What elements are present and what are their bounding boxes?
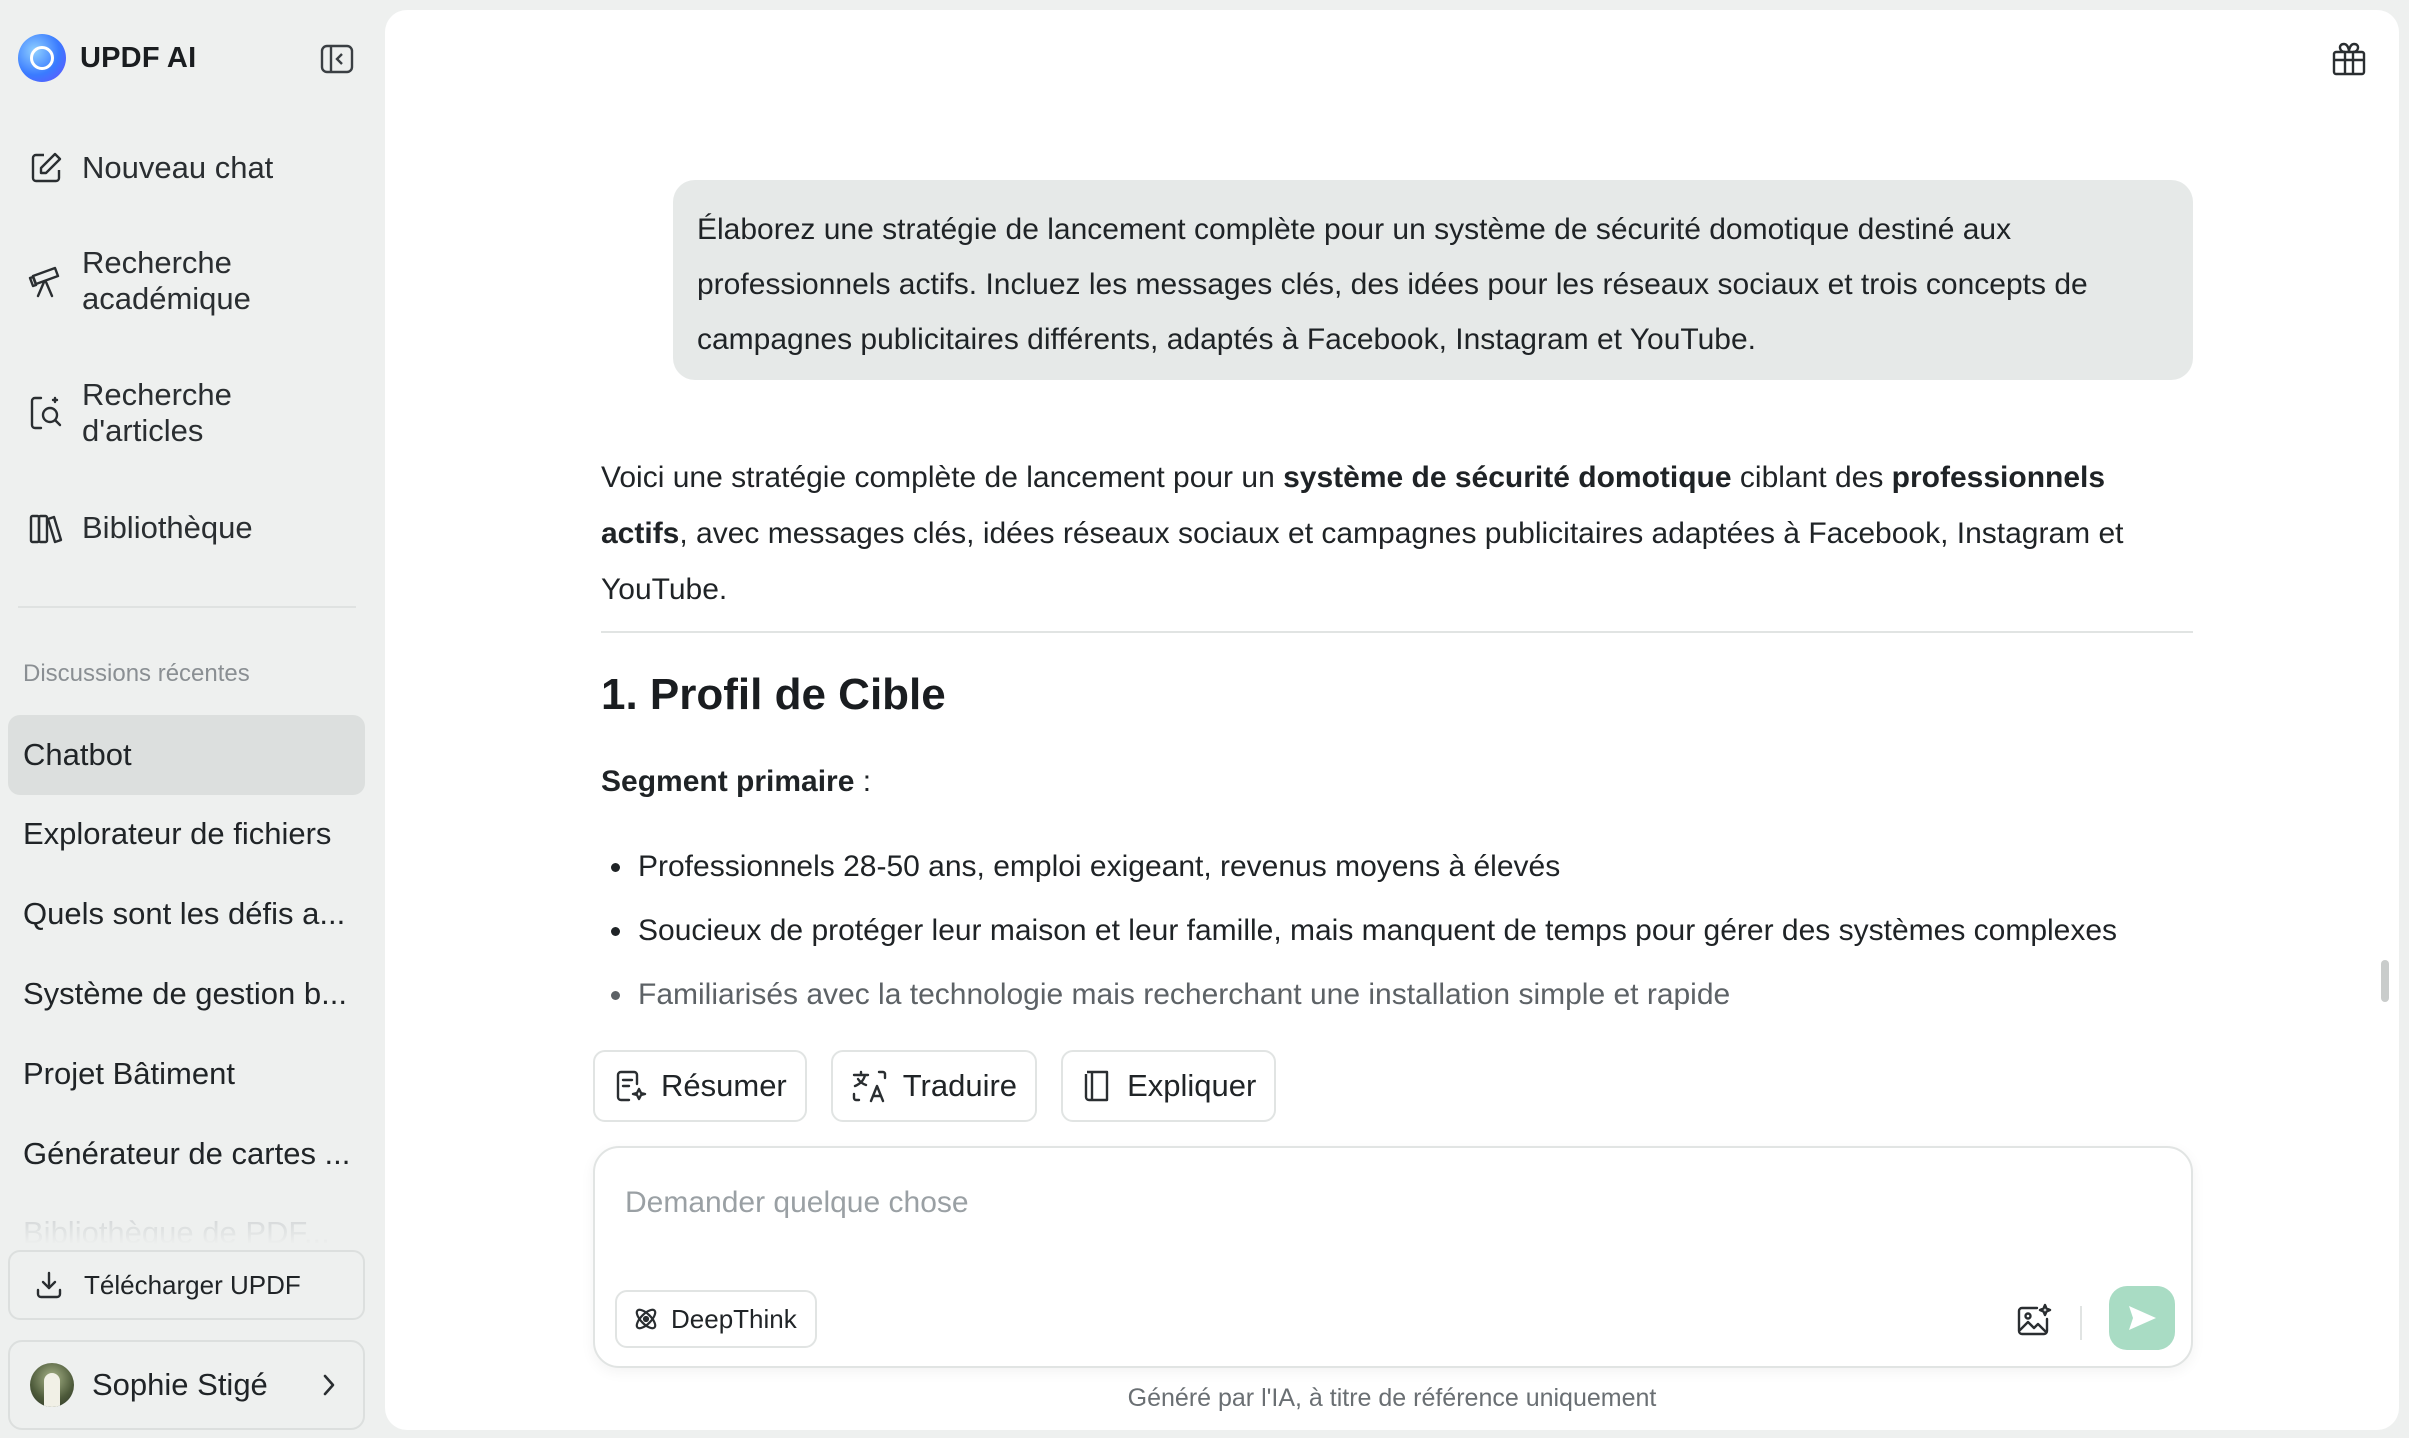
- list-item: Soucieux de protéger leur maison et leur…: [601, 899, 2201, 963]
- user-profile-button[interactable]: Sophie Stigé: [8, 1340, 365, 1430]
- gift-icon: [2332, 42, 2366, 76]
- recent-item-chatbot[interactable]: Chatbot: [8, 715, 365, 795]
- send-button[interactable]: [2109, 1286, 2175, 1350]
- answer-heading: 1. Profil de Cible: [601, 670, 946, 719]
- recent-item[interactable]: Quels sont les défis a...: [8, 874, 365, 954]
- recent-discussions-title: Discussions récentes: [23, 660, 250, 687]
- updf-logo-icon: [18, 34, 66, 82]
- segment-label: Segment primaire :: [601, 765, 872, 798]
- nav-label-line2: académique: [82, 281, 251, 316]
- scrollbar-thumb[interactable]: [2381, 960, 2389, 1002]
- brand[interactable]: UPDF AI: [18, 32, 196, 84]
- nav-label-line1: Recherche: [82, 245, 232, 280]
- nav-academic-search[interactable]: Recherche académique: [26, 244, 356, 318]
- nav-new-chat[interactable]: Nouveau chat: [26, 148, 356, 188]
- ai-disclaimer: Généré par l'IA, à titre de référence un…: [1127, 1384, 1657, 1412]
- nav-label: Nouveau chat: [82, 150, 274, 185]
- gift-button[interactable]: [2327, 36, 2371, 80]
- book-icon: [1081, 1068, 1113, 1104]
- answer-intro: Voici une stratégie complète de lancemen…: [601, 461, 2124, 606]
- deepthink-toggle[interactable]: DeepThink: [615, 1290, 817, 1348]
- user-name: Sophie Stigé: [92, 1367, 268, 1402]
- translate-label: Traduire: [902, 1068, 1018, 1103]
- sidebar: UPDF AI Nouveau chat Rechercheacadémiqu: [0, 0, 384, 1438]
- recent-item[interactable]: Système de gestion b...: [8, 954, 365, 1034]
- recent-item-partial-label: Bibliothèque de PDF...: [23, 1215, 330, 1250]
- summarize-icon: [613, 1068, 647, 1104]
- summarize-label: Résumer: [661, 1068, 787, 1103]
- chat-input[interactable]: [625, 1186, 2155, 1246]
- user-message-bubble: Élaborez une stratégie de lancement comp…: [673, 180, 2193, 380]
- explain-label: Expliquer: [1127, 1068, 1257, 1103]
- sidebar-toggle-icon: [320, 44, 354, 74]
- image-upload-button[interactable]: [2013, 1300, 2055, 1342]
- chat-panel: Élaborez une stratégie de lancement comp…: [385, 10, 2399, 1430]
- chevron-right-icon: [321, 1372, 337, 1398]
- list-item: Professionnels 28-50 ans, emploi exigean…: [601, 835, 2201, 899]
- edit-icon: [26, 148, 66, 188]
- recent-item[interactable]: Explorateur de fichiers: [8, 794, 365, 874]
- translate-button[interactable]: Traduire: [830, 1050, 1038, 1122]
- avatar: [30, 1363, 74, 1407]
- nav-label: Bibliothèque: [82, 510, 253, 545]
- nav-article-search[interactable]: Recherche d'articles: [26, 376, 356, 450]
- explain-button[interactable]: Expliquer: [1061, 1050, 1277, 1122]
- translate-icon: [851, 1068, 889, 1104]
- download-label: Télécharger UPDF: [84, 1269, 301, 1300]
- answer-divider: [601, 631, 2193, 633]
- answer-bullet-list: Professionnels 28-50 ans, emploi exigean…: [601, 835, 2201, 1027]
- nav-library[interactable]: Bibliothèque: [26, 508, 356, 548]
- atom-icon: [631, 1304, 661, 1334]
- composer-separator: [2080, 1306, 2082, 1340]
- nav-label-line2: d'articles: [82, 413, 204, 448]
- composer: DeepThink: [593, 1146, 2193, 1368]
- library-icon: [26, 508, 66, 548]
- sidebar-divider: [18, 606, 356, 608]
- telescope-icon: [26, 261, 66, 301]
- list-item: Familiarisés avec la technologie mais re…: [601, 963, 2201, 1027]
- image-sparkle-icon: [2017, 1303, 2052, 1336]
- brand-name: UPDF AI: [80, 41, 197, 74]
- summarize-button[interactable]: Résumer: [593, 1050, 807, 1122]
- collapse-sidebar-button[interactable]: [318, 42, 356, 76]
- quick-actions: Résumer Traduire Expliquer: [593, 1050, 1277, 1122]
- download-updf-button[interactable]: Télécharger UPDF: [8, 1250, 365, 1320]
- deepthink-label: DeepThink: [671, 1303, 797, 1334]
- recent-item-partial[interactable]: Bibliothèque de PDF...: [8, 1200, 365, 1250]
- send-icon: [2129, 1306, 2156, 1330]
- recent-item[interactable]: Générateur de cartes ...: [8, 1114, 365, 1194]
- article-search-icon: [26, 393, 66, 433]
- recent-item[interactable]: Projet Bâtiment: [8, 1034, 365, 1114]
- download-icon: [34, 1270, 64, 1300]
- nav-label-line1: Recherche: [82, 377, 232, 412]
